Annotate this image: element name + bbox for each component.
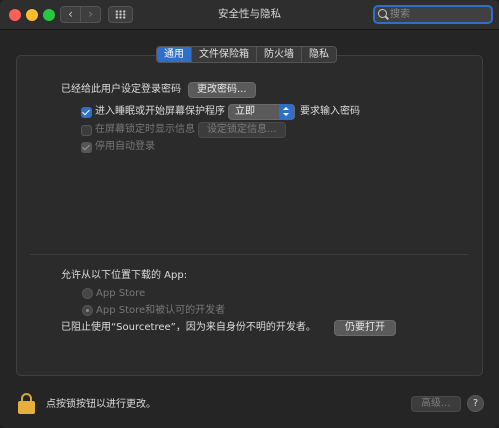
change-password-button[interactable]: 更改密码... [188, 82, 256, 98]
require-password-suffix: 要求输入密码 [300, 106, 360, 117]
require-password-delay-value: 立即 [235, 106, 255, 117]
set-lock-message-button[interactable]: 设定锁定信息... [198, 122, 286, 138]
show-message-checkbox[interactable] [81, 125, 92, 136]
require-password-delay-select[interactable]: 立即 [228, 104, 295, 120]
require-password-label: 进入睡眠或开始屏幕保护程序 [95, 106, 225, 117]
open-anyway-button[interactable]: 仍要打开 [334, 320, 396, 336]
lock-hint-text: 点按锁按钮以进行更改。 [46, 399, 156, 410]
tab-firewall[interactable]: 防火墙 [256, 47, 301, 62]
security-privacy-window: ‹ › 安全性与隐私 搜索 已经给此用户设定登录密码 更改密码... 进入睡眠或… [0, 0, 499, 428]
app-store-identified-label: App Store和被认可的开发者 [96, 305, 226, 316]
lock-icon-body [18, 401, 35, 414]
help-button[interactable]: ? [467, 395, 484, 412]
password-set-label: 已经给此用户设定登录密码 [61, 84, 181, 95]
tab-filevault[interactable]: 文件保险箱 [191, 47, 256, 62]
app-store-identified-radio[interactable] [82, 305, 93, 316]
search-field[interactable]: 搜索 [373, 5, 493, 24]
tab-privacy[interactable]: 隐私 [301, 47, 336, 62]
blocked-app-message: 已阻止使用“Sourcetree”，因为来自身份不明的开发者。 [61, 322, 316, 333]
advanced-button[interactable]: 高级... [411, 396, 461, 412]
search-icon [378, 9, 387, 18]
disable-autologin-checkbox[interactable] [81, 142, 92, 153]
popup-arrows-icon [279, 104, 294, 120]
downloads-heading: 允许从以下位置下载的 App: [61, 270, 188, 281]
tab-general[interactable]: 通用 [157, 47, 191, 62]
app-store-label: App Store [96, 288, 146, 299]
search-placeholder: 搜索 [390, 9, 410, 20]
show-message-label: 在屏幕锁定时显示信息 [95, 124, 195, 135]
lock-button[interactable] [18, 393, 35, 414]
require-password-checkbox[interactable] [81, 107, 92, 118]
section-divider [30, 254, 468, 255]
app-store-radio[interactable] [82, 288, 93, 299]
title-bar: ‹ › 安全性与隐私 搜索 [0, 0, 499, 30]
disable-autologin-label: 停用自动登录 [95, 141, 155, 152]
tab-bar: 通用 文件保险箱 防火墙 隐私 [156, 46, 337, 63]
